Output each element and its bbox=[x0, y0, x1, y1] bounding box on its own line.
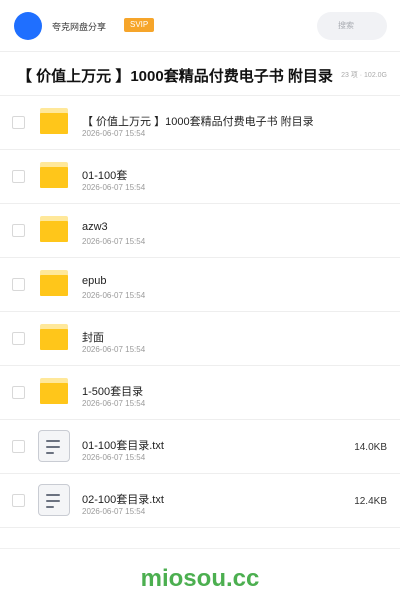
file-size: 14.0KB bbox=[354, 442, 387, 453]
file-date: 2026-06-07 15:54 bbox=[82, 399, 146, 408]
page-title: 【 价值上万元 】1000套精品付费电子书 附目录 bbox=[17, 68, 333, 85]
file-date: 2026-06-07 15:54 bbox=[82, 291, 146, 300]
file-date: 2026-06-07 15:54 bbox=[82, 345, 146, 354]
file-row[interactable]: 【 价值上万元 】1000套精品付费电子书 附目录 2026-06-07 15:5… bbox=[0, 96, 400, 150]
file-row[interactable]: azw3 2026-06-07 15:54 bbox=[0, 204, 400, 258]
file-row[interactable]: epub 2026-06-07 15:54 bbox=[0, 258, 400, 312]
folder-icon bbox=[40, 378, 68, 404]
file-name[interactable]: azw3 bbox=[82, 221, 108, 233]
file-name[interactable]: 【 价值上万元 】1000套精品付费电子书 附目录 bbox=[82, 113, 314, 129]
select-checkbox[interactable] bbox=[12, 440, 25, 453]
header: 夸克网盘分享 SVIP 搜索 bbox=[0, 0, 400, 52]
select-checkbox[interactable] bbox=[12, 494, 25, 507]
file-row[interactable]: 1-500套目录 2026-06-07 15:54 bbox=[0, 366, 400, 420]
file-row[interactable]: 02-100套目录.txt 2026-06-07 15:54 12.4KB bbox=[0, 474, 400, 528]
share-stats: 23 项 · 102.0G bbox=[341, 72, 387, 79]
select-checkbox[interactable] bbox=[12, 278, 25, 291]
file-row[interactable]: 01-100套目录.txt 2026-06-07 15:54 14.0KB bbox=[0, 420, 400, 474]
file-date: 2026-06-07 15:54 bbox=[82, 237, 146, 246]
brand-name: 夸克网盘分享 bbox=[52, 22, 107, 32]
select-checkbox[interactable] bbox=[12, 332, 25, 345]
file-row[interactable]: 封面 2026-06-07 15:54 bbox=[0, 312, 400, 366]
title-bar: 【 价值上万元 】1000套精品付费电子书 附目录 23 项 · 102.0G bbox=[0, 52, 400, 96]
file-date: 2026-06-07 15:54 bbox=[82, 507, 146, 516]
text-file-icon bbox=[38, 484, 70, 516]
svip-badge: SVIP bbox=[124, 18, 155, 32]
folder-icon bbox=[40, 108, 68, 134]
search-input[interactable]: 搜索 bbox=[317, 12, 387, 40]
file-name[interactable]: 1-500套目录 bbox=[82, 383, 143, 399]
folder-icon bbox=[40, 216, 68, 242]
folder-icon bbox=[40, 324, 68, 350]
file-date: 2026-06-07 15:54 bbox=[82, 183, 146, 192]
footer: miosou.cc bbox=[0, 548, 400, 600]
file-date: 2026-06-07 15:54 bbox=[82, 129, 146, 138]
file-row[interactable]: 01-100套 2026-06-07 15:54 bbox=[0, 150, 400, 204]
watermark: miosou.cc bbox=[140, 565, 260, 592]
select-checkbox[interactable] bbox=[12, 116, 25, 129]
file-name[interactable]: 封面 bbox=[82, 329, 104, 345]
select-checkbox[interactable] bbox=[12, 170, 25, 183]
file-name[interactable]: epub bbox=[82, 275, 106, 287]
folder-icon bbox=[40, 270, 68, 296]
file-name[interactable]: 02-100套目录.txt bbox=[82, 491, 164, 507]
file-size: 12.4KB bbox=[354, 496, 387, 507]
select-checkbox[interactable] bbox=[12, 386, 25, 399]
text-file-icon bbox=[38, 430, 70, 462]
avatar[interactable] bbox=[14, 12, 42, 40]
folder-icon bbox=[40, 162, 68, 188]
file-name[interactable]: 01-100套 bbox=[82, 167, 127, 183]
file-name[interactable]: 01-100套目录.txt bbox=[82, 437, 164, 453]
file-date: 2026-06-07 15:54 bbox=[82, 453, 146, 462]
file-list: 【 价值上万元 】1000套精品付费电子书 附目录 2026-06-07 15:5… bbox=[0, 96, 400, 528]
select-checkbox[interactable] bbox=[12, 224, 25, 237]
